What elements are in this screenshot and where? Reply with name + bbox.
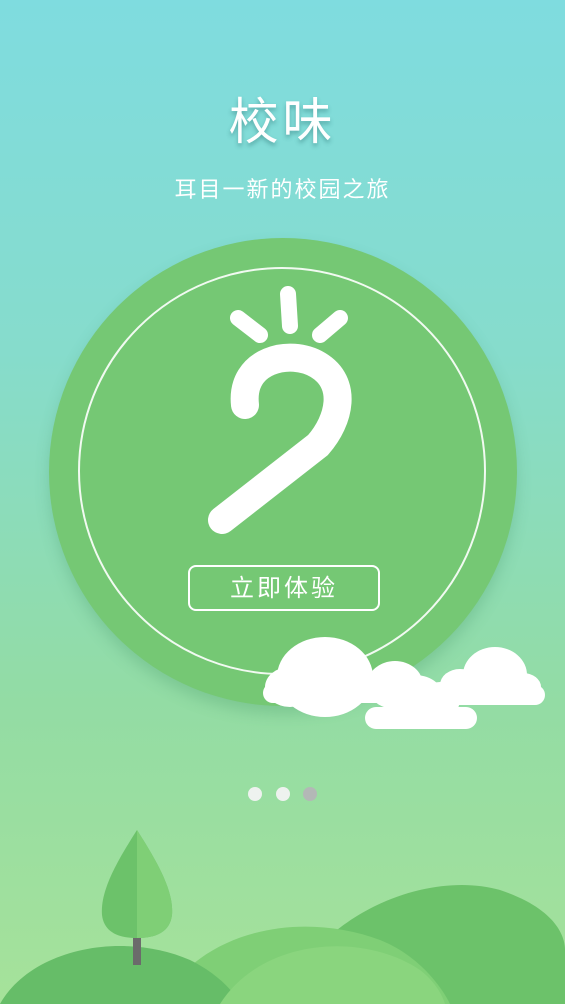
page-indicator xyxy=(0,786,565,805)
guide-screen: 校味 耳目一新的校园之旅 立即体验 xyxy=(0,0,565,1004)
page-dot[interactable] xyxy=(275,787,290,801)
clouds-decoration xyxy=(263,637,545,729)
page-dot-active[interactable] xyxy=(302,787,317,801)
app-subtitle: 耳目一新的校园之旅 xyxy=(174,178,391,203)
bulb-hook-logo-icon xyxy=(208,286,352,534)
app-title: 校味 xyxy=(228,93,337,151)
start-button[interactable]: 立即体验 xyxy=(188,565,380,611)
hills-and-tree-scenery xyxy=(0,830,565,1004)
page-dot[interactable] xyxy=(248,787,263,801)
